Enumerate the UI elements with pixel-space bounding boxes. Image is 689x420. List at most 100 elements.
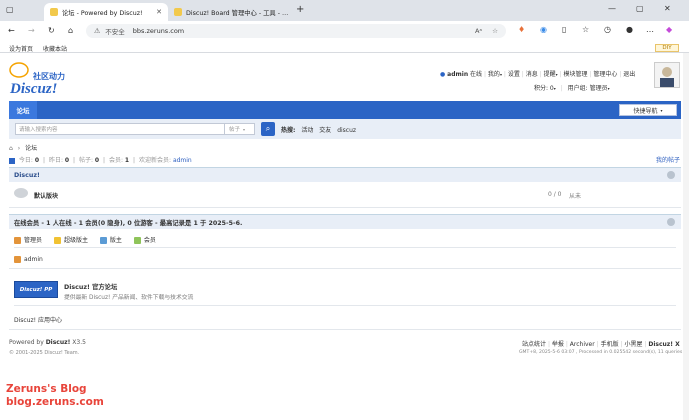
online-header: 在线会员 - 1 人在线 - 1 会员(0 隐身), 0 位游客 - 最高记录是… <box>9 214 681 229</box>
partner-desc: 提供最新 Discuz! 产品新闻、软件下载与技术交流 <box>64 295 194 301</box>
user-toolbar: ● admin 在线 | 我的▾ | 设置 | 消息 | 提醒▾ | 模块管理 … <box>440 71 636 78</box>
discuz-x-link[interactable]: Discuz! X <box>648 341 679 348</box>
read-aloud-icon[interactable]: Aᵃ <box>475 27 482 35</box>
diy-button[interactable]: DIY <box>655 44 679 52</box>
main-nav: 论坛 快捷导航 ▾ <box>9 101 681 119</box>
minimize-icon[interactable]: — <box>608 4 616 13</box>
online-status: 在线 <box>470 71 483 78</box>
breadcrumb-separator: › <box>17 145 21 152</box>
search-type-label: 帖子 <box>229 127 241 133</box>
home-icon[interactable]: ⌂ <box>68 26 73 35</box>
category-title[interactable]: Discuz! <box>14 172 40 179</box>
app-center-link[interactable]: Discuz! 应用中心 <box>14 315 62 324</box>
my-link[interactable]: 我的 <box>488 71 500 78</box>
page-content: 设为首页 收藏本站 DIY 社区动力 Discuz! ● admin 在线 | … <box>0 44 685 420</box>
scrollbar[interactable] <box>683 53 689 420</box>
hot-term-link[interactable]: 活动 <box>301 127 313 134</box>
footer-copyright: © 2001-2025 Discuz! Team. <box>9 350 80 356</box>
quick-nav-button[interactable]: 快捷导航 ▾ <box>619 104 677 116</box>
divider <box>14 247 676 248</box>
search-type-select[interactable]: 帖子 ▾ <box>225 123 255 135</box>
collapse-icon[interactable] <box>667 171 675 179</box>
favorite-star-icon[interactable]: ☆ <box>492 27 498 35</box>
split-screen-icon[interactable]: ▯ <box>562 25 566 34</box>
new-member-link[interactable]: admin <box>173 157 192 164</box>
close-window-icon[interactable]: ✕ <box>664 4 671 13</box>
maximize-icon[interactable]: ▢ <box>636 4 644 13</box>
bookmark-site-link[interactable]: 收藏本站 <box>43 46 67 53</box>
close-tab-icon[interactable]: ✕ <box>288 8 292 16</box>
partner-logo[interactable]: Discuz! PP <box>14 281 58 298</box>
hot-term-link[interactable]: discuz <box>337 127 356 134</box>
username-link[interactable]: admin <box>447 71 468 78</box>
tab-title: Discuz! Board 管理中心 - 工具 - … <box>186 9 289 17</box>
history-icon[interactable]: ◷ <box>604 25 611 34</box>
extension-icon[interactable]: ◉ <box>540 25 547 34</box>
copilot-icon[interactable]: ◆ <box>666 25 672 34</box>
category-header: Discuz! <box>9 167 681 182</box>
admin-center-link[interactable]: 管理中心 <box>593 71 617 78</box>
back-icon[interactable]: ← <box>8 26 15 35</box>
online-title: 在线会员 - 1 人在线 - 1 会员(0 隐身), 0 位游客 - 最高记录是… <box>14 219 243 227</box>
extension-icon[interactable]: ♦ <box>518 25 525 34</box>
collapse-icon[interactable] <box>667 218 675 226</box>
avatar[interactable] <box>654 62 680 88</box>
credits-link[interactable]: 积分: 0 <box>534 85 554 92</box>
discuz-logo-icon: 社区动力 Discuz! <box>9 62 65 97</box>
quick-nav-label: 快捷导航 <box>633 107 658 115</box>
close-tab-icon[interactable]: ✕ <box>150 8 162 16</box>
nav-forum-tab[interactable]: 论坛 <box>9 101 37 119</box>
board-icon <box>14 188 28 198</box>
board-name[interactable]: 默认版块 <box>34 191 58 200</box>
legend-member: 会员 <box>143 237 156 244</box>
brand-link[interactable]: Discuz! <box>46 339 71 346</box>
stats-link[interactable]: 站点统计 <box>522 341 546 348</box>
powered-label: Powered by <box>9 339 44 346</box>
board-counts: 0 / 0 <box>548 191 562 198</box>
home-icon[interactable]: ⌂ <box>9 145 13 152</box>
tab-title: 论坛 - Powered by Discuz! <box>62 9 143 17</box>
breadcrumb-current[interactable]: 论坛 <box>25 145 37 152</box>
partner-title-link[interactable]: Discuz! 官方论坛 <box>64 282 117 291</box>
favorites-icon[interactable]: ☆ <box>582 25 589 34</box>
hot-term-link[interactable]: 交友 <box>319 127 331 134</box>
usergroup-link[interactable]: 用户组: 管理员 <box>568 85 608 92</box>
more-icon[interactable]: … <box>646 25 654 34</box>
partner-logo-text: Discuz! PP <box>19 286 53 293</box>
divider <box>14 305 676 306</box>
watermark: Zeruns's Blog blog.zeruns.com <box>6 383 104 409</box>
browser-tab-admin[interactable]: Discuz! Board 管理中心 - 工具 - … ✕ <box>168 3 292 21</box>
window-menu-icon[interactable]: ▢ <box>6 5 14 14</box>
site-logo[interactable]: 社区动力 Discuz! <box>9 60 79 97</box>
new-tab-button[interactable]: + <box>296 4 304 15</box>
notifications-link[interactable]: 提醒 <box>544 71 556 78</box>
search-input[interactable]: 请输入搜索内容 <box>15 123 225 135</box>
blacklist-link[interactable]: 小黑屋 <box>624 341 642 348</box>
module-manage-link[interactable]: 模块管理 <box>564 71 588 78</box>
messages-link[interactable]: 消息 <box>526 71 538 78</box>
welcome-label: 欢迎新会员: <box>138 157 172 164</box>
svg-text:社区动力: 社区动力 <box>32 71 65 81</box>
my-posts-link[interactable]: 我的帖子 <box>656 155 680 164</box>
set-homepage-link[interactable]: 设为首页 <box>9 46 33 53</box>
settings-link[interactable]: 设置 <box>508 71 520 78</box>
footer-links: 站点统计 | 举报 | Archiver | 手机版 | 小黑屋 | Discu… <box>522 341 680 348</box>
logout-link[interactable]: 退出 <box>623 71 635 78</box>
forward-icon[interactable]: → <box>28 26 35 35</box>
posts-count: 0 <box>94 157 100 164</box>
online-user-link[interactable]: admin <box>24 256 43 263</box>
profile-icon[interactable]: ● <box>626 25 633 34</box>
search-placeholder: 请输入搜索内容 <box>19 127 58 133</box>
archiver-link[interactable]: Archiver <box>570 341 595 348</box>
mobile-link[interactable]: 手机版 <box>601 341 619 348</box>
user-meta: 积分: 0▾ | 用户组: 管理员▾ <box>534 85 610 92</box>
posts-label: 帖子: <box>78 157 93 164</box>
legend-admin: 管理员 <box>24 237 43 244</box>
browser-tab-forum[interactable]: 论坛 - Powered by Discuz! ✕ <box>44 3 168 21</box>
legend-mod: 版主 <box>109 237 122 244</box>
report-link[interactable]: 举报 <box>552 341 564 348</box>
url-field[interactable]: ⚠ 不安全 bbs.zeruns.com Aᵃ ☆ <box>86 24 506 38</box>
members-count: 1 <box>124 157 130 164</box>
search-button[interactable]: ⌕ <box>261 122 275 136</box>
reload-icon[interactable]: ↻ <box>48 26 55 35</box>
